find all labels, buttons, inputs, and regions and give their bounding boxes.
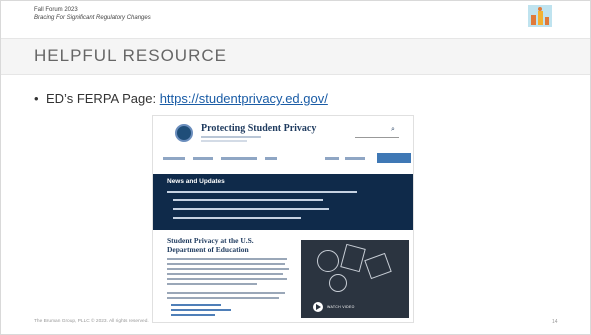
padlock-icon [329, 274, 347, 292]
bullet-label: ED’s FERPA Page: [46, 91, 157, 106]
nav-item [221, 157, 257, 160]
slide-title: HELPFUL RESOURCE [34, 46, 227, 65]
body-text-line [167, 297, 279, 299]
nav-item [345, 157, 365, 160]
body-text-line [167, 278, 287, 280]
event-subtitle: Bracing For Significant Regulatory Chang… [34, 15, 151, 21]
nav-item [163, 157, 185, 160]
news-text-line [173, 208, 329, 210]
news-text-line [173, 217, 301, 219]
news-text-line [173, 199, 323, 201]
nav-item [325, 157, 339, 160]
nav-item [193, 157, 213, 160]
site-title: Protecting Student Privacy [201, 123, 317, 134]
website-screenshot: Protecting Student Privacy ⌕ News and Up… [152, 115, 414, 323]
resource-bullet: • ED’s FERPA Page: https://studentprivacy… [34, 91, 328, 106]
news-title: News and Updates [167, 178, 225, 185]
logo-icon [528, 5, 552, 27]
site-subtitle-line [201, 140, 247, 142]
play-icon [316, 304, 321, 310]
link-line [171, 314, 215, 316]
slide: Fall Forum 2023 Bracing For Significant … [0, 0, 591, 335]
body-text-line [167, 283, 257, 285]
nav-item [265, 157, 277, 160]
watch-video-label: WATCH VIDEO [327, 305, 355, 309]
ferpa-link[interactable]: https://studentprivacy.ed.gov/ [160, 91, 328, 106]
lock-icon [317, 250, 339, 272]
link-line [171, 309, 231, 311]
ed-seal-icon [175, 124, 193, 142]
body-text-line [167, 292, 285, 294]
site-subtitle-line [201, 136, 261, 138]
site-nav [153, 152, 413, 166]
section-title: Student Privacy at the U.S. Department o… [167, 236, 254, 254]
file-complaint-button [377, 153, 411, 163]
bullet-icon: • [34, 91, 39, 106]
news-text-line [167, 191, 357, 193]
footer-copyright: The Bruman Group, PLLC © 2023. All right… [34, 319, 149, 324]
event-name: Fall Forum 2023 [34, 7, 78, 13]
body-text-line [167, 273, 283, 275]
page-number: 14 [552, 319, 558, 325]
body-text-line [167, 258, 287, 260]
body-text-line [167, 263, 285, 265]
search-icon: ⌕ [391, 126, 395, 133]
link-line [171, 304, 221, 306]
body-text-line [167, 268, 289, 270]
